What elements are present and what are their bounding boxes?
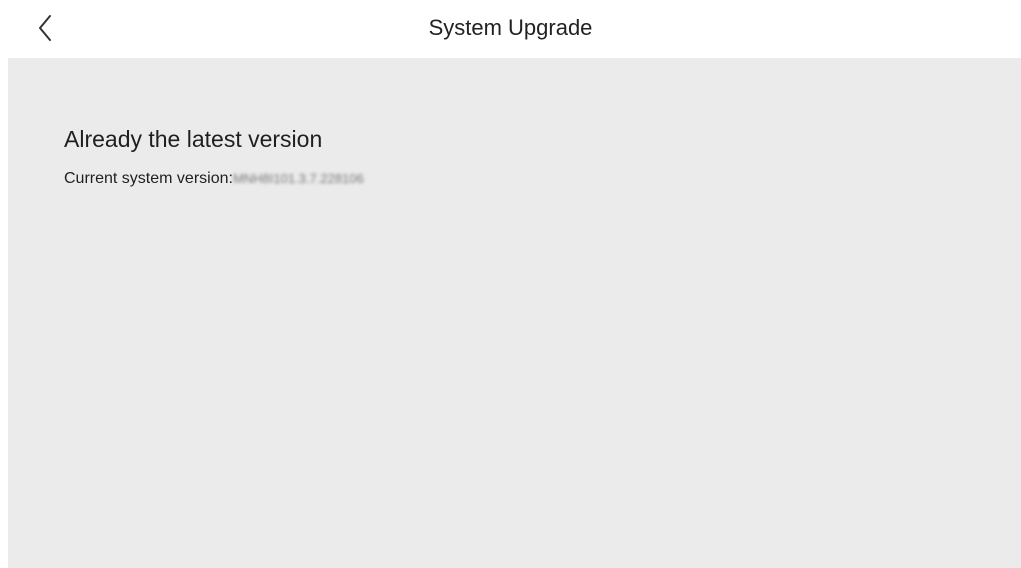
upgrade-panel: Already the latest version Current syste…: [8, 58, 1021, 568]
page-title: System Upgrade: [428, 15, 593, 40]
status-title: Already the latest version: [64, 126, 323, 152]
version-value: MNH8I101.3.7.228106: [232, 171, 364, 186]
current-version-row: Current system version:MNH8I101.3.7.2281…: [64, 168, 364, 190]
version-label: Current system version:: [64, 170, 233, 187]
top-bar: System Upgrade: [0, 0, 1021, 58]
